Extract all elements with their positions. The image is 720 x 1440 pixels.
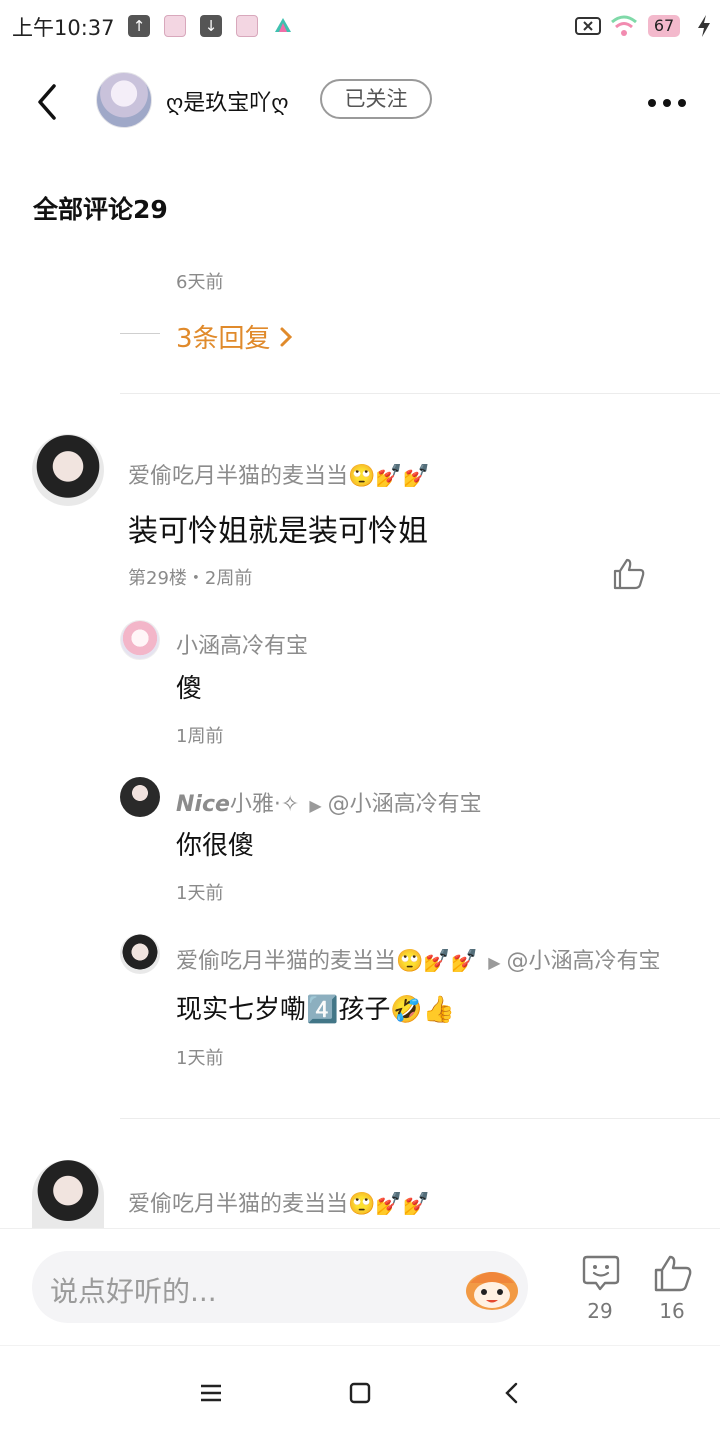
- avatar[interactable]: [120, 620, 160, 660]
- comment-bubble-icon: [582, 1255, 620, 1291]
- reply-arrow-icon: ▶: [488, 953, 501, 972]
- follow-button[interactable]: 已关注: [320, 79, 432, 119]
- charging-icon: [696, 14, 712, 42]
- menu-icon: [201, 1384, 221, 1402]
- download-icon: ↓: [200, 15, 222, 37]
- app-notification-icon: [236, 15, 258, 37]
- reply-username[interactable]: 爱偷吃月半猫的麦当当🙄💅💅 ▶ @小涵高冷有宝: [176, 943, 661, 975]
- status-time: 上午10:37: [12, 16, 115, 40]
- more-icon: [648, 99, 656, 107]
- author-avatar[interactable]: [96, 72, 152, 128]
- reply-username[interactable]: Nice小雅·✧ ▶ @小涵高冷有宝: [176, 786, 482, 818]
- like-count: 16: [659, 1299, 685, 1323]
- more-options-button[interactable]: [648, 92, 696, 108]
- home-square-icon: [349, 1382, 371, 1404]
- view-replies-link[interactable]: 3条回复: [176, 318, 293, 355]
- reply-time: 1周前: [176, 726, 224, 747]
- reply-time: 1天前: [176, 883, 224, 904]
- reply-to-user[interactable]: @小涵高冷有宝: [507, 949, 661, 974]
- home-button[interactable]: [346, 1379, 374, 1407]
- comment-count: 29: [587, 1299, 613, 1323]
- system-back-button[interactable]: [498, 1379, 526, 1407]
- sim-off-icon: [575, 16, 601, 40]
- comment-input[interactable]: 说点好听的...: [32, 1251, 528, 1323]
- app-notification-icon: [164, 15, 186, 37]
- reply-time: 1天前: [176, 1048, 224, 1069]
- upload-icon: ↑: [128, 15, 150, 37]
- divider: [120, 393, 720, 394]
- status-bar: 上午10:37 ↑ ↓ 67: [0, 0, 720, 56]
- reply-arrow-icon: ▶: [309, 796, 322, 815]
- avatar[interactable]: [32, 434, 104, 506]
- avatar[interactable]: [120, 934, 160, 974]
- username-text: 爱偷吃月半猫的麦当当🙄💅💅: [176, 949, 479, 974]
- comment-username[interactable]: 爱偷吃月半猫的麦当当🙄💅💅: [128, 1186, 430, 1218]
- thumbs-up-icon: [613, 558, 645, 590]
- like-count-button[interactable]: [653, 1253, 693, 1293]
- mascot-emoji-icon[interactable]: [464, 1265, 520, 1311]
- divider: [120, 333, 160, 334]
- comment-input-bar: 说点好听的... 29 16: [0, 1228, 720, 1344]
- back-chevron-icon: [505, 1382, 518, 1404]
- avatar[interactable]: [120, 777, 160, 817]
- thumbs-up-icon: [654, 1255, 692, 1292]
- comment-time: 6天前: [176, 272, 224, 293]
- recent-apps-button[interactable]: [196, 1380, 226, 1406]
- username-bold-part: Nice: [176, 792, 230, 817]
- reply-username[interactable]: 小涵高冷有宝: [176, 628, 308, 660]
- divider: [120, 1118, 720, 1119]
- username-rest: 小雅·✧: [229, 792, 300, 817]
- comment-count-button[interactable]: [581, 1253, 621, 1293]
- comments-section-title: 全部评论29: [33, 195, 168, 224]
- reply-text[interactable]: 傻: [176, 668, 202, 705]
- author-name[interactable]: ღ是玖宝吖ღ: [166, 85, 289, 117]
- comment-text[interactable]: 装可怜姐就是装可怜姐: [128, 506, 428, 550]
- wifi-icon: [610, 14, 638, 42]
- back-arrow-icon: [38, 84, 56, 120]
- like-button[interactable]: [612, 557, 646, 591]
- chevron-right-icon: [280, 327, 292, 347]
- reply-to-user[interactable]: @小涵高冷有宝: [328, 792, 482, 817]
- comment-meta: 第29楼・2周前: [128, 568, 253, 589]
- reply-count-label: 3条回复: [176, 324, 271, 354]
- app-notification-icon: [272, 15, 294, 37]
- reply-text[interactable]: 现实七岁嘞4️⃣孩子🤣👍: [176, 989, 455, 1026]
- avatar[interactable]: [32, 1160, 104, 1228]
- comment-input-placeholder: 说点好听的...: [50, 1275, 217, 1308]
- reply-text[interactable]: 你很傻: [176, 825, 254, 862]
- comment-username[interactable]: 爱偷吃月半猫的麦当当🙄💅💅: [128, 458, 430, 490]
- system-nav-bar: [0, 1345, 720, 1440]
- header: ღ是玖宝吖ღ 已关注: [0, 56, 720, 152]
- battery-indicator: 67: [648, 15, 680, 37]
- back-button[interactable]: [28, 80, 68, 124]
